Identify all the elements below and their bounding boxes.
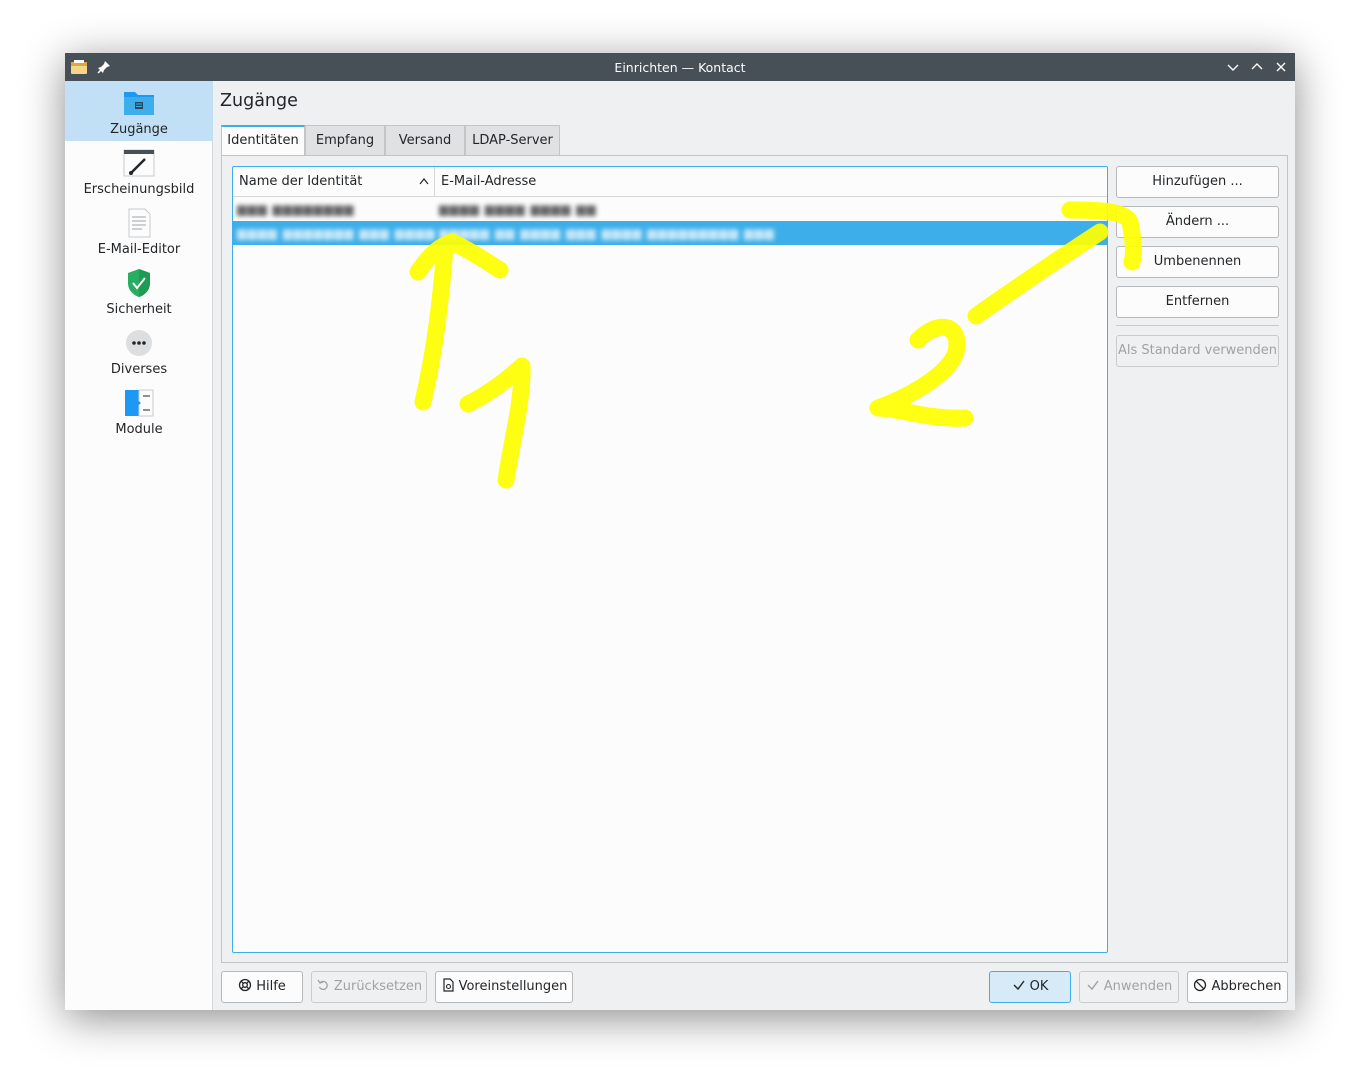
add-identity-button[interactable]: Hinzufügen ...: [1116, 166, 1279, 198]
column-header-name[interactable]: Name der Identität: [233, 167, 435, 197]
sidebar-item-sicherheit[interactable]: Sicherheit: [65, 261, 213, 321]
document-editor-icon: [128, 208, 151, 238]
defaults-button[interactable]: Voreinstellungen: [435, 971, 573, 1003]
ok-label: OK: [1029, 979, 1049, 994]
settings-dialog: Einrichten — Kontact Zugänge Erscheinung…: [65, 53, 1295, 1010]
checkmark-icon: [1087, 980, 1099, 991]
cancel-button[interactable]: Abbrechen: [1187, 971, 1288, 1003]
sidebar-item-label: Erscheinungsbild: [83, 182, 195, 197]
list-header: Name der Identität E-Mail-Adresse: [233, 167, 1107, 197]
sort-ascending-icon: [419, 178, 429, 185]
sidebar-item-label: Zugänge: [110, 122, 168, 137]
tab-versand[interactable]: Versand: [385, 125, 465, 155]
remove-identity-button[interactable]: Entfernen: [1116, 286, 1279, 318]
separator: [1116, 325, 1279, 326]
reset-button[interactable]: Zurücksetzen: [311, 971, 427, 1003]
identities-tab-pane: Name der Identität E-Mail-Adresse ▆▆▆ ▆▆…: [221, 155, 1288, 963]
column-header-email[interactable]: E-Mail-Adresse: [435, 167, 1107, 197]
maximize-chevron-up-icon[interactable]: [1249, 59, 1265, 75]
identity-email-cell: ▆▆▆▆▆ ▆▆ ▆▆▆▆ ▆▆▆ ▆▆▆▆ ▆▆▆▆▆▆▆▆▆ ▆▆▆: [439, 226, 775, 240]
more-dots-icon: [126, 330, 152, 356]
defaults-label: Voreinstellungen: [458, 979, 568, 994]
identity-name-cell: ▆▆▆ ▆▆▆▆▆▆▆▆: [237, 202, 355, 216]
column-header-label: Name der Identität: [239, 174, 363, 189]
plugin-modules-icon: [125, 389, 154, 417]
cancel-label: Abbrechen: [1211, 979, 1282, 994]
folder-accounts-icon: [124, 92, 154, 115]
close-icon[interactable]: [1273, 59, 1289, 75]
edit-identity-button[interactable]: Ändern ...: [1116, 206, 1279, 238]
appearance-brush-icon: [123, 149, 155, 177]
help-button[interactable]: Hilfe: [221, 971, 303, 1003]
rename-identity-button[interactable]: Umbenennen: [1116, 246, 1279, 278]
minimize-chevron-down-icon[interactable]: [1225, 59, 1241, 75]
help-lifebuoy-icon: [239, 978, 252, 992]
identities-list[interactable]: Name der Identität E-Mail-Adresse ▆▆▆ ▆▆…: [232, 166, 1108, 953]
title-bar[interactable]: Einrichten — Kontact: [65, 53, 1295, 81]
page-title: Zugänge: [220, 91, 298, 111]
sidebar-item-label: Module: [115, 422, 163, 437]
undo-icon: [317, 979, 328, 991]
reset-label: Zurücksetzen: [333, 979, 423, 994]
sidebar-item-label: Sicherheit: [106, 302, 172, 317]
apply-label: Anwenden: [1103, 979, 1173, 994]
tab-empfang[interactable]: Empfang: [305, 125, 385, 155]
tab-ldap-server[interactable]: LDAP-Server: [465, 125, 560, 155]
apply-button[interactable]: Anwenden: [1079, 971, 1179, 1003]
set-default-button[interactable]: Als Standard verwenden: [1116, 335, 1279, 367]
sidebar-item-diverses[interactable]: Diverses: [65, 321, 213, 381]
sidebar-item-email-editor[interactable]: E-Mail-Editor: [65, 201, 213, 261]
help-label: Hilfe: [256, 979, 286, 994]
shield-check-icon: [128, 269, 150, 297]
cancel-icon: [1194, 978, 1207, 992]
sidebar-item-zugaenge[interactable]: Zugänge: [65, 81, 213, 141]
sidebar-item-label: E-Mail-Editor: [97, 242, 181, 257]
identity-name-cell: ▆▆▆▆ ▆▆▆▆▆▆▆ ▆▆▆ ▆▆▆▆▆▆▆▆▆▆: [237, 226, 435, 240]
ok-button[interactable]: OK: [989, 971, 1071, 1003]
settings-sidebar: Zugänge Erscheinungsbild E-Mail-Editor S…: [65, 81, 213, 1010]
tab-identitaeten[interactable]: Identitäten: [221, 125, 305, 156]
window-title: Einrichten — Kontact: [614, 60, 746, 75]
table-row-selected[interactable]: ▆▆▆▆ ▆▆▆▆▆▆▆ ▆▆▆ ▆▆▆▆ ▆▆▆▆▆ ▆ ▆ ▆▆▆▆ ▆▆ ▆ ▆▆…: [233, 221, 1107, 245]
document-defaults-icon: [442, 978, 454, 992]
column-header-label: E-Mail-Adresse: [441, 174, 537, 189]
sidebar-item-label: Diverses: [110, 362, 168, 377]
sidebar-item-erscheinungsbild[interactable]: Erscheinungsbild: [65, 141, 213, 201]
checkmark-icon: [1013, 980, 1025, 991]
table-row[interactable]: ▆▆▆ ▆▆▆▆▆▆▆▆ ▆▆▆▆ ▆▆▆▆ ▆▆▆▆ ▆▆: [233, 197, 1107, 221]
sidebar-item-module[interactable]: Module: [65, 381, 213, 441]
identity-email-cell: ▆▆▆▆ ▆▆▆▆ ▆▆▆▆ ▆▆: [439, 202, 597, 216]
